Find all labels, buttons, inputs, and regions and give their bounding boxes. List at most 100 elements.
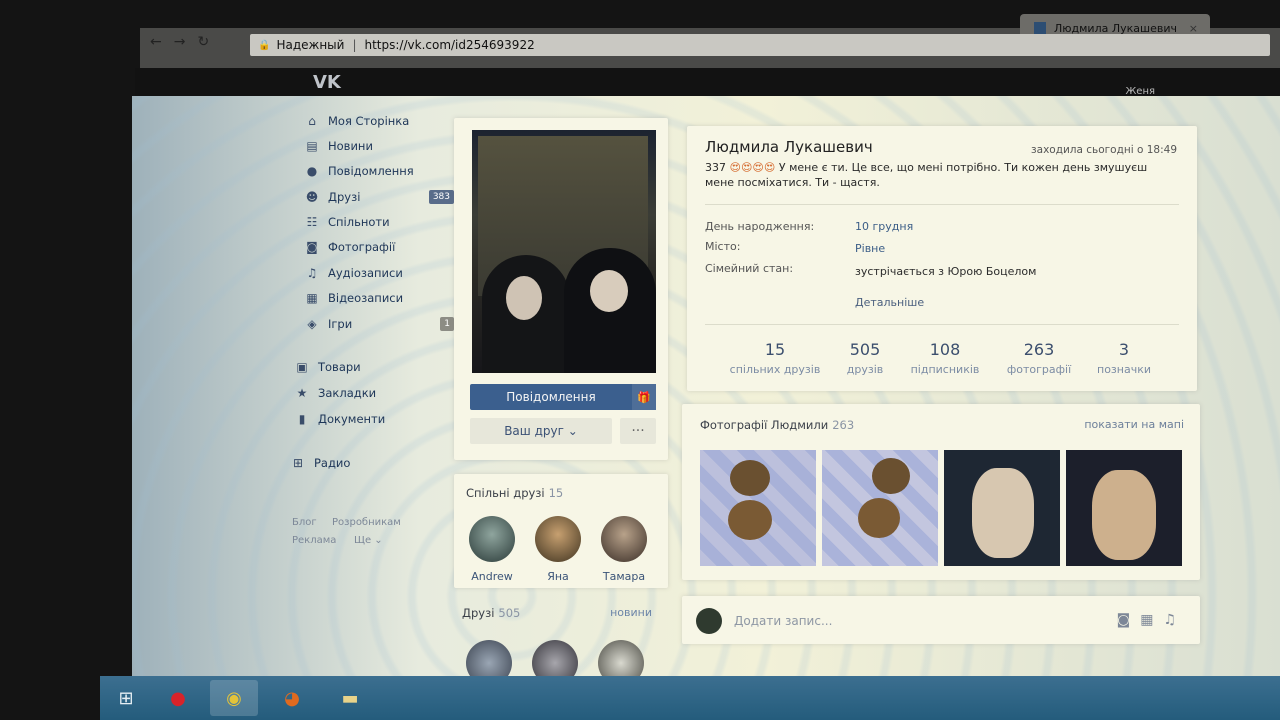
common-friends-header[interactable]: Спільні друзі 15 bbox=[466, 486, 563, 500]
opera-icon[interactable]: ● bbox=[154, 680, 202, 716]
stat-common-friends[interactable]: 15 спільних друзів bbox=[725, 340, 825, 376]
stat-tags[interactable]: 3 позначки bbox=[1074, 340, 1174, 376]
sidebar-item-label: Закладки bbox=[318, 386, 377, 400]
camera-icon[interactable]: ◙ bbox=[1117, 612, 1141, 628]
sidebar-item-label: Моя Сторінка bbox=[328, 114, 410, 128]
photos-header[interactable]: Фотографії Людмили 263 bbox=[700, 418, 854, 432]
photo-thumbnail[interactable] bbox=[700, 450, 816, 566]
sidebar-item-video[interactable]: ▦ Відеозаписи bbox=[304, 288, 454, 308]
common-friends-count: 15 bbox=[548, 486, 564, 500]
document-icon: ▮ bbox=[298, 412, 306, 426]
photo-face-left bbox=[506, 276, 542, 320]
sidebar-item-label: Ігри bbox=[328, 317, 353, 331]
windows-start-icon[interactable]: ⊞ bbox=[102, 680, 150, 716]
common-friend-item[interactable]: Andrew bbox=[462, 516, 522, 583]
sidebar-item-messages[interactable]: ● Повідомлення bbox=[304, 161, 454, 181]
sidebar-item-goods[interactable]: ▣ Товари bbox=[294, 357, 444, 377]
stat-count: 15 bbox=[764, 340, 786, 359]
video-icon[interactable]: ▦ bbox=[1140, 612, 1163, 628]
new-post-card: Додати запис... ◙▦♫ bbox=[682, 596, 1200, 644]
friend-name: Яна bbox=[547, 570, 569, 583]
gift-icon[interactable]: 🎁 bbox=[632, 384, 656, 410]
vk-logo-icon[interactable]: VK bbox=[313, 72, 341, 93]
stat-followers[interactable]: 108 підписників bbox=[895, 340, 995, 376]
kitten-shape bbox=[730, 460, 770, 496]
sidebar-item-photos[interactable]: ◙ Фотографії bbox=[304, 237, 454, 257]
sidebar-item-news[interactable]: ▤ Новини bbox=[304, 136, 454, 156]
show-on-map-link[interactable]: показати на мапі bbox=[1084, 418, 1184, 431]
secure-label: Надежный bbox=[276, 38, 345, 52]
folder-icon[interactable]: ▬ bbox=[326, 680, 374, 716]
sidebar-item-documents[interactable]: ▮ Документи bbox=[294, 409, 444, 429]
chat-icon: ● bbox=[306, 164, 318, 178]
photo-thumbnail[interactable] bbox=[822, 450, 938, 566]
sidebar-item-label: Повідомлення bbox=[328, 164, 414, 178]
friend-status-button[interactable]: Ваш друг ⌄ bbox=[470, 418, 612, 444]
firefox-icon[interactable]: ◕ bbox=[268, 680, 316, 716]
photo-face-right bbox=[590, 270, 628, 312]
friends-badge: 383 bbox=[428, 190, 454, 204]
friends-news-link[interactable]: новини bbox=[610, 606, 652, 619]
photos-title: Фотографії Людмили bbox=[700, 418, 829, 432]
url-text[interactable]: https://vk.com/id254693922 bbox=[365, 38, 535, 52]
sidebar-item-label: Документи bbox=[318, 412, 386, 426]
music-icon[interactable]: ♫ bbox=[1163, 612, 1186, 628]
birthday-value[interactable]: 10 грудня bbox=[855, 220, 913, 233]
sidebar-item-radio[interactable]: ⊞ Радио bbox=[290, 453, 440, 473]
photo-thumbnail[interactable] bbox=[1066, 450, 1182, 566]
avatar bbox=[696, 608, 722, 634]
reload-icon[interactable]: ↻ bbox=[197, 34, 209, 50]
sidebar-item-bookmarks[interactable]: ★ Закладки bbox=[294, 383, 444, 403]
kitten-shape bbox=[972, 468, 1034, 558]
common-friend-item[interactable]: Тамара bbox=[594, 516, 654, 583]
news-icon: ▤ bbox=[306, 139, 318, 153]
friend-name: Тамара bbox=[602, 570, 646, 583]
footer-developers-link[interactable]: Розробникам bbox=[332, 517, 401, 528]
footer-ads-link[interactable]: Реклама bbox=[292, 535, 336, 546]
sidebar-item-label: Новини bbox=[328, 139, 373, 153]
profile-info-card: Людмила Лукашевич заходила сьогодні о 18… bbox=[687, 126, 1197, 391]
city-value[interactable]: Рівне bbox=[855, 242, 885, 255]
chrome-icon[interactable]: ◉ bbox=[210, 680, 258, 716]
friends-block: Друзі 505 новини bbox=[462, 606, 662, 620]
footer-blog-link[interactable]: Блог bbox=[292, 517, 317, 528]
vk-header: VK Женя bbox=[135, 68, 1280, 98]
kitten-shape bbox=[1092, 470, 1156, 560]
relationship-label: Сімейний стан: bbox=[705, 262, 794, 275]
post-attach-icons: ◙▦♫ bbox=[1117, 612, 1186, 628]
sidebar-item-audio[interactable]: ♫ Аудіозаписи bbox=[304, 263, 454, 283]
kitten-shape bbox=[872, 458, 910, 494]
send-message-button[interactable]: Повідомлення bbox=[470, 384, 632, 410]
city-label: Місто: bbox=[705, 240, 741, 253]
music-icon: ♫ bbox=[306, 266, 318, 280]
profile-photo[interactable] bbox=[472, 130, 656, 373]
footer-more-link[interactable]: Ще ⌄ bbox=[354, 535, 383, 546]
sidebar-item-communities[interactable]: ☷ Спільноти bbox=[304, 212, 454, 232]
kitten-shape bbox=[858, 498, 900, 538]
user-icon: ☻ bbox=[305, 190, 319, 204]
stat-label: спільних друзів bbox=[729, 363, 821, 376]
home-icon: ⌂ bbox=[308, 114, 316, 128]
grid-icon: ⊞ bbox=[292, 456, 304, 470]
avatar bbox=[469, 516, 515, 562]
profile-status: 337 😍😍😍😍 У мене є ти. Це все, що мені по… bbox=[705, 160, 1165, 190]
post-input[interactable]: Додати запис... bbox=[734, 614, 832, 628]
common-friend-item[interactable]: Яна bbox=[528, 516, 588, 583]
more-actions-button[interactable]: ··· bbox=[620, 418, 656, 444]
sidebar-item-label: Фотографії bbox=[328, 240, 396, 254]
games-badge: 1 bbox=[440, 317, 454, 331]
sidebar-item-my-page[interactable]: ⌂ Моя Сторінка bbox=[304, 111, 454, 131]
address-bar[interactable]: 🔒 Надежный | https://vk.com/id254693922 bbox=[250, 34, 1270, 56]
back-icon[interactable]: ← bbox=[150, 34, 162, 50]
sidebar-item-friends[interactable]: ☻ Друзі 383 bbox=[304, 187, 454, 207]
photo-thumbnail[interactable] bbox=[944, 450, 1060, 566]
friends-title[interactable]: Друзі bbox=[462, 606, 494, 620]
show-more-info-link[interactable]: Детальніше bbox=[855, 296, 924, 309]
sidebar-item-games[interactable]: ◈ Ігри 1 bbox=[304, 314, 454, 334]
tab-title: Людмила Лукашевич bbox=[1054, 21, 1177, 35]
avatar-card: Повідомлення 🎁 Ваш друг ⌄ ··· bbox=[454, 118, 668, 460]
relationship-value[interactable]: зустрічається з Юрою Боцелом bbox=[855, 265, 1036, 278]
close-tab-icon[interactable]: × bbox=[1189, 22, 1198, 35]
photos-card: Фотографії Людмили 263 показати на мапі bbox=[682, 404, 1200, 580]
forward-icon[interactable]: → bbox=[174, 34, 186, 50]
